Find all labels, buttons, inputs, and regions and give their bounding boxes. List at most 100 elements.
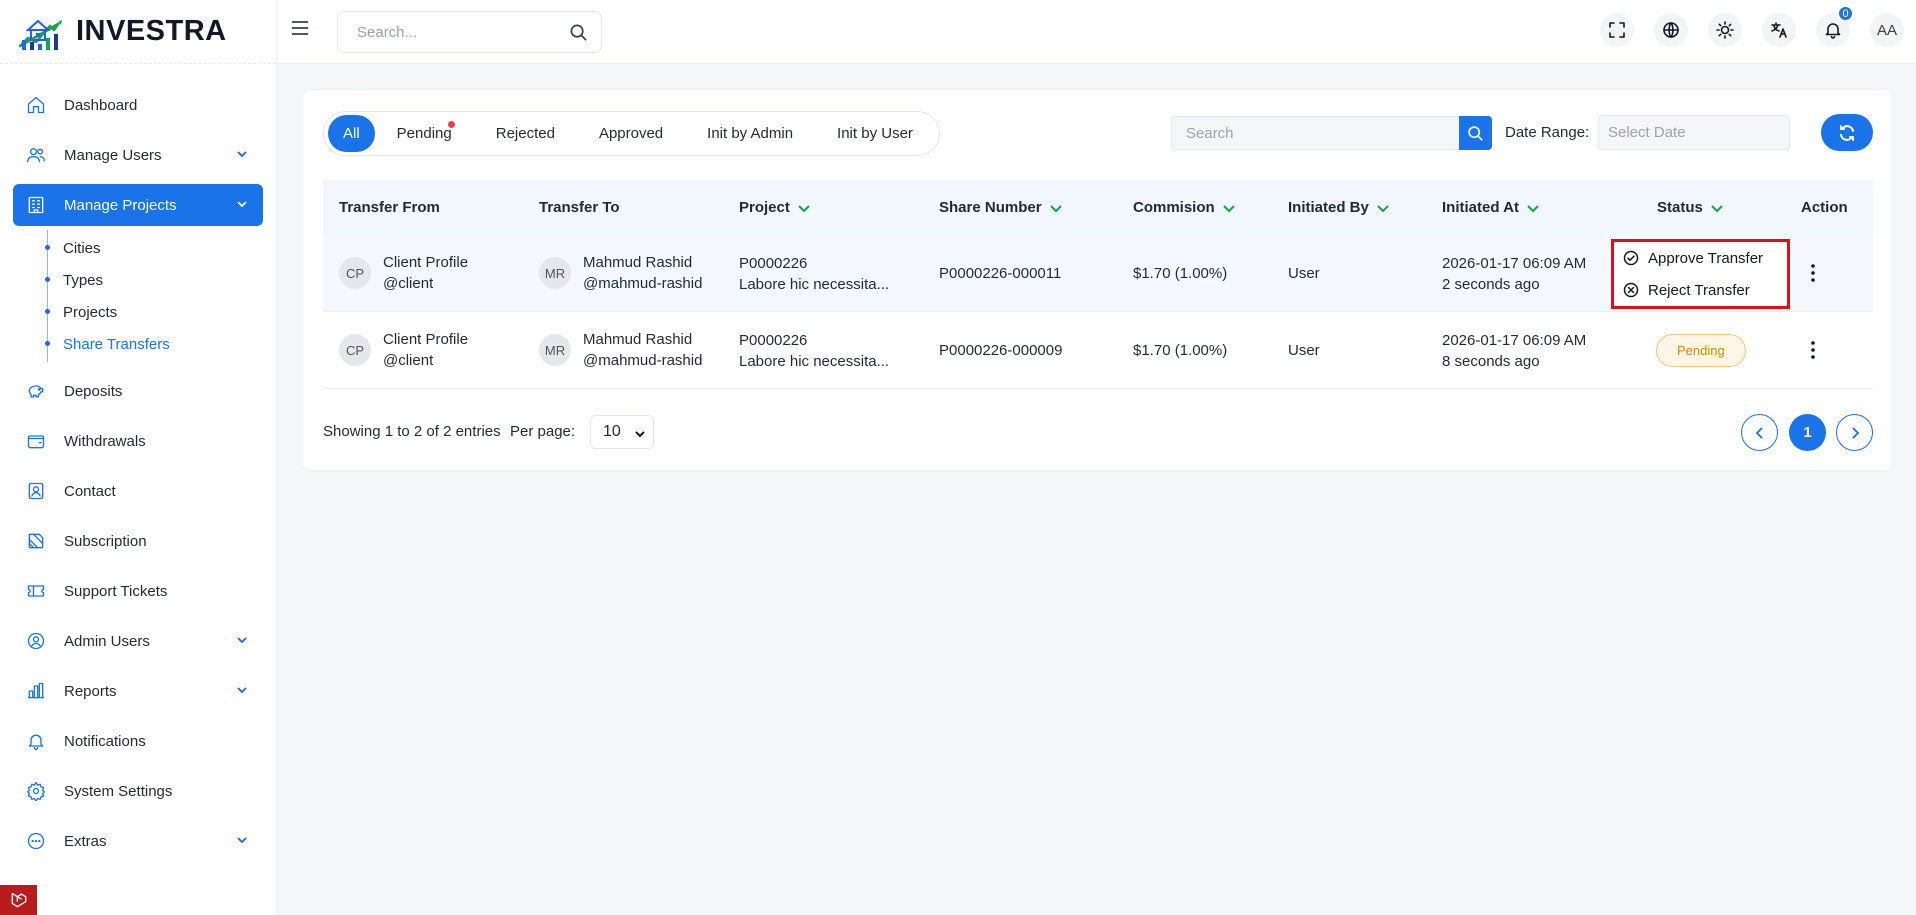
- user-name: Client Profile: [383, 331, 469, 348]
- sidebar-item-label: Contact: [64, 482, 116, 500]
- initiated-relative: 2 seconds ago: [1442, 276, 1540, 293]
- tab-init-by-admin[interactable]: Init by Admin: [685, 115, 815, 152]
- sidebar-item-extras[interactable]: Extras: [13, 820, 263, 862]
- tab-all[interactable]: All: [328, 115, 375, 152]
- x-circle-icon: [1623, 282, 1639, 298]
- sort-chevron-icon: [797, 201, 811, 215]
- initiated-datetime: 2026-01-17 06:09 AM: [1442, 255, 1587, 272]
- column-project[interactable]: Project: [739, 199, 811, 216]
- table-row: CP Client Profile @client MR Mahmud Rashi…: [323, 312, 1873, 389]
- sidebar-item-label: Withdrawals: [64, 432, 146, 450]
- transfer-from-cell: CP Client Profile @client: [339, 252, 468, 294]
- chevron-down-icon: [235, 147, 249, 161]
- tab-pending[interactable]: Pending: [375, 115, 474, 152]
- tab-init-by-user[interactable]: Init by User: [815, 115, 935, 152]
- search-icon[interactable]: [569, 23, 589, 43]
- sidebar-item-dashboard[interactable]: Dashboard: [13, 84, 263, 126]
- topbar: 0 AA: [277, 0, 1916, 64]
- column-status[interactable]: Status: [1657, 199, 1724, 216]
- kebab-icon: [1811, 341, 1815, 359]
- dots-circle-icon: [25, 830, 47, 852]
- sidebar-item-subscription[interactable]: Subscription: [13, 520, 263, 562]
- user-avatar[interactable]: AA: [1870, 13, 1904, 47]
- sidebar-item-label: Notifications: [64, 732, 146, 750]
- initiated-at-cell: 2026-01-17 06:09 AM 2 seconds ago: [1442, 253, 1586, 295]
- sidebar-item-reports[interactable]: Reports: [13, 670, 263, 712]
- table-search-input[interactable]: [1171, 116, 1459, 150]
- pagination-info: Showing 1 to 2 of 2 entries: [323, 423, 501, 440]
- column-share-number[interactable]: Share Number: [939, 199, 1063, 216]
- users-icon: [25, 144, 47, 166]
- row-action-menu-button[interactable]: [1803, 261, 1823, 285]
- column-initiated-by[interactable]: Initiated By: [1288, 199, 1390, 216]
- tab-rejected[interactable]: Rejected: [474, 115, 577, 152]
- project-code[interactable]: P0000226: [739, 330, 889, 351]
- initiated-by-cell: User: [1288, 342, 1320, 359]
- column-action: Action: [1801, 199, 1848, 216]
- user-handle: @mahmud-rashid: [583, 352, 703, 369]
- sort-chevron-icon: [1710, 201, 1724, 215]
- refresh-button[interactable]: [1821, 114, 1873, 151]
- sort-chevron-icon: [1376, 201, 1390, 215]
- laravel-icon: [11, 892, 26, 908]
- sidebar-item-label: Support Tickets: [64, 582, 168, 600]
- next-page-button[interactable]: [1836, 414, 1873, 451]
- sidebar-subitem-types[interactable]: Types: [45, 264, 276, 296]
- sidebar-item-label: Reports: [64, 682, 117, 700]
- per-page-select[interactable]: 10: [590, 415, 654, 449]
- status-badge: Pending: [1656, 334, 1746, 367]
- global-search: [337, 11, 602, 53]
- sidebar-item-label: Deposits: [64, 382, 123, 400]
- table-search-button[interactable]: [1459, 116, 1492, 150]
- column-transfer-to: Transfer To: [539, 199, 620, 216]
- reject-transfer-option[interactable]: Reject Transfer: [1614, 274, 1787, 306]
- page-button-current[interactable]: 1: [1789, 414, 1826, 451]
- theme-toggle-button[interactable]: [1708, 13, 1742, 47]
- brand[interactable]: INVESTRA: [0, 0, 276, 64]
- sidebar-subitem-cities[interactable]: Cities: [45, 232, 276, 264]
- avatar: CP: [339, 257, 371, 289]
- row-action-menu-button[interactable]: [1803, 338, 1823, 362]
- global-search-input[interactable]: [338, 23, 558, 41]
- sort-chevron-icon: [1222, 201, 1236, 215]
- sidebar-item-contact[interactable]: Contact: [13, 470, 263, 512]
- sidebar-item-manage-users[interactable]: Manage Users: [13, 134, 263, 176]
- sidebar-item-withdrawals[interactable]: Withdrawals: [13, 420, 263, 462]
- notifications-button[interactable]: 0: [1816, 5, 1854, 47]
- user-handle: @client: [383, 275, 434, 292]
- sort-chevron-icon: [1049, 201, 1063, 215]
- sidebar-item-label: Admin Users: [64, 632, 150, 650]
- sidebar-item-system-settings[interactable]: System Settings: [13, 770, 263, 812]
- sidebar-item-deposits[interactable]: Deposits: [13, 370, 263, 412]
- column-commision[interactable]: Commision: [1133, 199, 1236, 216]
- project-code[interactable]: P0000226: [739, 253, 889, 274]
- sidebar-item-manage-projects[interactable]: Manage Projects: [13, 184, 263, 226]
- sidebar-subitem-share-transfers[interactable]: Share Transfers: [45, 328, 276, 360]
- approve-transfer-option[interactable]: Approve Transfer: [1614, 242, 1787, 274]
- sidebar-subitem-projects[interactable]: Projects: [45, 296, 276, 328]
- date-range-input[interactable]: [1598, 115, 1790, 150]
- share-number-cell: P0000226-000009: [939, 342, 1063, 359]
- sidebar-item-notifications[interactable]: Notifications: [13, 720, 263, 762]
- contact-icon: [25, 480, 47, 502]
- user-name: Mahmud Rashid: [583, 331, 693, 348]
- menu-toggle-icon[interactable]: [290, 18, 312, 40]
- chevron-down-icon: [235, 683, 249, 697]
- previous-page-button[interactable]: [1741, 414, 1778, 451]
- sidebar-item-support-tickets[interactable]: Support Tickets: [13, 570, 263, 612]
- per-page-value: 10: [603, 423, 621, 440]
- translate-button[interactable]: [1762, 13, 1796, 47]
- topbar-actions: 0 AA: [1600, 5, 1904, 47]
- manage-projects-submenu: Cities Types Projects Share Transfers: [45, 230, 276, 362]
- column-initiated-at[interactable]: Initiated At: [1442, 199, 1540, 216]
- initiated-by-cell: User: [1288, 265, 1320, 282]
- debug-bar-toggle[interactable]: [0, 885, 37, 915]
- fullscreen-button[interactable]: [1600, 13, 1634, 47]
- sidebar-item-admin-users[interactable]: Admin Users: [13, 620, 263, 662]
- tab-approved[interactable]: Approved: [577, 115, 685, 152]
- transfer-to-cell: MR Mahmud Rashid @mahmud-rashid: [539, 252, 702, 294]
- status-filter-tabs: All Pending Rejected Approved Init by Ad…: [323, 111, 940, 156]
- language-button[interactable]: [1654, 13, 1688, 47]
- transfer-from-cell: CP Client Profile @client: [339, 329, 468, 371]
- sidebar: INVESTRA Dashboard Manage Users Manage P…: [0, 0, 277, 915]
